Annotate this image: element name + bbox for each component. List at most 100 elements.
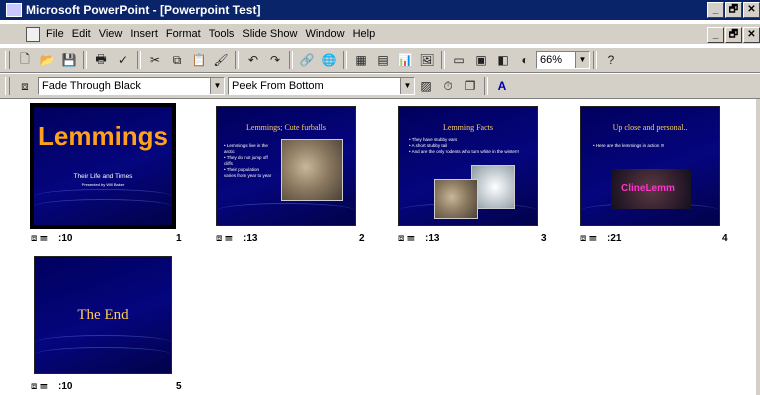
slide-thumbnail-2[interactable]: Lemmings; Cute furballs Lemmings live in… <box>216 106 356 226</box>
separator <box>83 51 87 69</box>
separator <box>593 51 597 69</box>
separator <box>484 77 488 95</box>
doc-minimize-button[interactable]: _ <box>707 27 724 43</box>
title-bar: Microsoft PowerPoint - [Powerpoint Test]… <box>0 0 760 20</box>
slide-number: 4 <box>722 233 728 244</box>
show-formatting-icon[interactable]: A <box>492 77 512 95</box>
text-preset-select[interactable]: Peek From Bottom ▼ <box>228 77 415 95</box>
menu-help[interactable]: Help <box>353 28 376 40</box>
window-title: Microsoft PowerPoint - [Powerpoint Test] <box>26 3 261 17</box>
insert-table-icon[interactable]: ▦ <box>351 51 371 69</box>
slide-timing: :21 <box>607 233 622 244</box>
bullet-item: Here are the lemmings in action !!! <box>593 143 711 149</box>
new-icon[interactable]: 🗋 <box>15 51 35 69</box>
chevron-down-icon[interactable]: ▼ <box>400 78 414 94</box>
slide-title: Lemming Facts <box>443 123 493 132</box>
minimize-button[interactable]: _ <box>707 2 724 18</box>
menu-edit[interactable]: Edit <box>72 28 91 40</box>
bullet-item: Lemmings live in the arctic <box>224 143 272 155</box>
new-slide-icon[interactable]: ▭ <box>449 51 469 69</box>
slide-transition-icon[interactable]: ⧈ <box>15 77 35 95</box>
slide-title: Up close and personal.. <box>612 123 688 132</box>
slide-number: 1 <box>176 233 182 244</box>
slide-sorter-toolbar: ⧈ Fade Through Black ▼ Peek From Bottom … <box>0 73 760 99</box>
zoom-select[interactable]: 66% ▼ <box>536 51 590 69</box>
slide-title: Lemmings <box>37 121 169 151</box>
rehearse-timings-icon[interactable]: ⏱ <box>438 77 458 95</box>
menu-slide-show[interactable]: Slide Show <box>242 28 297 40</box>
menu-bar: File Edit View Insert Format Tools Slide… <box>0 24 760 44</box>
transition-icon: ⧈ ☰ <box>580 233 597 244</box>
slide-thumbnail-5[interactable]: The End <box>34 256 172 374</box>
slide-timing: :10 <box>58 381 73 392</box>
slide-number: 3 <box>541 233 547 244</box>
restore-button[interactable]: 🗗 <box>725 2 742 18</box>
video-label: ClineLemm <box>621 183 675 194</box>
summary-slide-icon[interactable]: ❐ <box>460 77 480 95</box>
doc-restore-button[interactable]: 🗗 <box>725 27 742 43</box>
toolbar-handle[interactable] <box>5 77 10 95</box>
menu-window[interactable]: Window <box>305 28 344 40</box>
spelling-icon[interactable]: ✓ <box>113 51 133 69</box>
separator <box>441 51 445 69</box>
window-controls: _ 🗗 ✕ <box>707 2 760 18</box>
paste-icon[interactable]: 📋 <box>189 51 209 69</box>
transition-icon: ⧈ ☰ <box>31 233 48 244</box>
slide-byline: Presented by Will Baker <box>81 182 125 187</box>
separator <box>289 51 293 69</box>
chevron-down-icon[interactable]: ▼ <box>210 78 224 94</box>
bullet-item: Their population varies from year to yea… <box>224 167 272 179</box>
cut-icon[interactable]: ✂ <box>145 51 165 69</box>
slide-number: 5 <box>176 381 182 392</box>
grayscale-icon[interactable]: ◐ <box>515 51 535 69</box>
menu-format[interactable]: Format <box>166 28 201 40</box>
lemming-photo <box>281 139 343 201</box>
hyperlink-icon[interactable]: 🔗 <box>297 51 317 69</box>
chevron-down-icon[interactable]: ▼ <box>575 52 589 68</box>
format-painter-icon[interactable]: 🖌 <box>211 51 231 69</box>
apply-design-icon[interactable]: ◧ <box>493 51 513 69</box>
help-icon[interactable]: ? <box>601 51 621 69</box>
copy-icon[interactable]: ⧉ <box>167 51 187 69</box>
slide-thumbnail-1[interactable]: Lemmings Their Life and Times Presented … <box>30 103 176 229</box>
menu-file[interactable]: File <box>46 28 64 40</box>
insert-chart-icon[interactable]: 📊 <box>395 51 415 69</box>
slide-timing: :13 <box>243 233 258 244</box>
print-icon[interactable]: 🖶 <box>91 51 111 69</box>
toolbar-handle[interactable] <box>5 51 10 69</box>
save-icon[interactable]: 💾 <box>59 51 79 69</box>
doc-close-button[interactable]: ✕ <box>743 27 760 43</box>
insert-clip-art-icon[interactable]: 🖼 <box>417 51 437 69</box>
zoom-value: 66% <box>540 54 563 66</box>
menu-view[interactable]: View <box>99 28 123 40</box>
menu-insert[interactable]: Insert <box>130 28 158 40</box>
slide-thumbnail-3[interactable]: Lemming Facts They have stubby ears A sh… <box>398 106 538 226</box>
undo-icon[interactable]: ↶ <box>243 51 263 69</box>
hide-slide-icon[interactable]: ▨ <box>416 77 436 95</box>
slide-layout-icon[interactable]: ▣ <box>471 51 491 69</box>
vertical-scrollbar[interactable] <box>756 99 760 395</box>
open-icon[interactable]: 📂 <box>37 51 57 69</box>
slide-title: The End <box>77 307 129 323</box>
slide-number: 2 <box>359 233 365 244</box>
slide-title: Lemmings; Cute furballs <box>246 123 326 132</box>
transition-effect-select[interactable]: Fade Through Black ▼ <box>38 77 225 95</box>
standard-toolbar: 🗋 📂 💾 🖶 ✓ ✂ ⧉ 📋 🖌 ↶ ↷ 🔗 🌐 ▦ ▤ 📊 🖼 ▭ ▣ ◧ … <box>0 47 760 73</box>
insert-word-table-icon[interactable]: ▤ <box>373 51 393 69</box>
slide-thumbnail-4[interactable]: Up close and personal.. Here are the lem… <box>580 106 720 226</box>
transition-icon: ⧈ ☰ <box>398 233 415 244</box>
close-button[interactable]: ✕ <box>743 2 760 18</box>
slide-bullets: Lemmings live in the arctic They do not … <box>224 143 272 179</box>
web-toolbar-icon[interactable]: 🌐 <box>319 51 339 69</box>
separator <box>343 51 347 69</box>
transition-effect-value: Fade Through Black <box>42 80 141 92</box>
lemming-photo <box>434 179 478 219</box>
slide-subtitle: Their Life and Times <box>73 173 133 180</box>
slide-bullets: They have stubby ears A short stubby tai… <box>409 137 527 155</box>
document-icon[interactable] <box>26 26 40 42</box>
slide-timing: :13 <box>425 233 440 244</box>
redo-icon[interactable]: ↷ <box>265 51 285 69</box>
powerpoint-app-icon[interactable] <box>6 3 22 17</box>
bullet-item: They do not jump off cliffs <box>224 155 272 167</box>
menu-tools[interactable]: Tools <box>209 28 235 40</box>
